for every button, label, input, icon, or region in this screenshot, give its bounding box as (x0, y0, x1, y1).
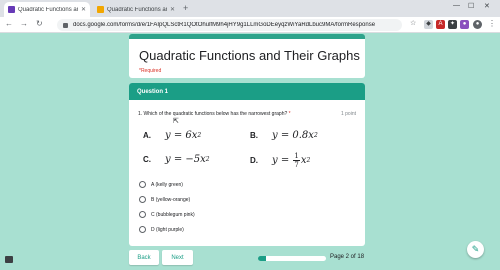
tab-title: Quadratic Functions and Their G (18, 6, 78, 13)
section-header: Question 1 (129, 83, 365, 100)
browser-toolbar: ← → ↻ docs.google.com/forms/d/e/1FAIpQLS… (0, 17, 500, 33)
equation-b: B. y = 0.8x 2 (250, 130, 318, 141)
tab-title: Quadratic Functions and Their G (107, 6, 167, 13)
chat-icon[interactable] (5, 256, 13, 263)
purple-extension-icon[interactable]: ● (460, 20, 469, 29)
fraction-denominator: 7 (294, 161, 299, 169)
exponent: 2 (197, 132, 202, 139)
progress-bar (258, 256, 326, 261)
option-a[interactable]: A (kelly green) (139, 181, 183, 188)
equation-label: B. (250, 131, 258, 140)
fraction-numerator: 1 (293, 152, 300, 161)
equation-expression: y = 0.8x 2 (272, 130, 318, 141)
profile-avatar-icon[interactable]: ● (473, 20, 482, 29)
tab-form-second[interactable]: Quadratic Functions and Their G ✕ (93, 2, 179, 17)
close-window-icon[interactable]: ✕ (484, 2, 490, 10)
minimize-icon[interactable]: — (453, 2, 460, 9)
lock-icon (63, 22, 68, 28)
extension-icon[interactable]: ◆ (424, 20, 433, 29)
required-note: *Required (139, 68, 162, 74)
equation-expression: y = −5x 2 (165, 154, 210, 165)
radio-button[interactable] (139, 181, 146, 188)
close-tab-icon[interactable]: ✕ (170, 6, 175, 13)
equation-label: D. (250, 156, 258, 165)
required-star: * (288, 111, 291, 117)
back-arrow-icon[interactable]: ← (5, 19, 13, 28)
forward-arrow-icon[interactable]: → (20, 19, 28, 28)
points-label: 1 point (340, 111, 356, 117)
radio-button[interactable] (139, 226, 146, 233)
question-card: Question 1 1. Which of the quadratic fun… (129, 83, 365, 246)
question-label: 1. Which of the quadratic functions belo… (138, 111, 288, 117)
equation-label: A. (143, 131, 151, 140)
form-title-card: Quadratic Functions and Their Graphs *Re… (129, 34, 365, 78)
option-d[interactable]: D (light purple) (139, 226, 184, 233)
reload-icon[interactable]: ↻ (36, 19, 43, 28)
address-bar[interactable]: docs.google.com/forms/d/e/1FAIpQLSctR1QO… (57, 19, 402, 31)
back-button[interactable]: Back (129, 250, 159, 265)
fraction: 1 7 (293, 152, 300, 169)
form-title: Quadratic Functions and Their Graphs (139, 48, 360, 63)
option-label: C (bubblegum pink) (151, 211, 195, 218)
forms-favicon-icon (8, 6, 15, 13)
question-text: 1. Which of the quadratic functions belo… (138, 111, 291, 117)
option-label: B (yellow-orange) (151, 196, 191, 203)
equation-text: y = 6x (165, 130, 198, 141)
exponent: 2 (205, 156, 210, 163)
close-tab-icon[interactable]: ✕ (81, 6, 86, 13)
option-b[interactable]: B (yellow-orange) (139, 196, 190, 203)
tab-form-active[interactable]: Quadratic Functions and Their G ✕ (4, 2, 90, 17)
new-tab-icon[interactable]: + (183, 3, 188, 13)
option-label: A (kelly green) (151, 181, 183, 188)
mouse-cursor-icon: ⇱ (173, 118, 179, 125)
equation-text: y = 0.8x (272, 130, 314, 141)
browser-menu-icon[interactable]: ⋮ (488, 19, 496, 28)
pdf-extension-icon[interactable]: A (436, 20, 445, 29)
equation-label: C. (143, 155, 151, 164)
edit-pencil-icon[interactable]: ✎ (467, 241, 484, 258)
slides-favicon-icon (97, 6, 104, 13)
radio-button[interactable] (139, 196, 146, 203)
browser-tab-strip: Quadratic Functions and Their G ✕ Quadra… (0, 0, 500, 17)
exponent: 2 (306, 157, 311, 164)
maximize-icon[interactable]: ☐ (468, 2, 474, 10)
next-button[interactable]: Next (162, 250, 193, 265)
url-text: docs.google.com/forms/d/e/1FAIpQLSctR1QO… (73, 22, 376, 28)
equation-d: D. y = 1 7 x2 (250, 152, 310, 169)
bookmark-star-icon[interactable]: ☆ (410, 19, 416, 27)
radio-button[interactable] (139, 211, 146, 218)
equation-expression: y = 6x 2 (165, 130, 201, 141)
page-indicator: Page 2 of 18 (330, 254, 365, 260)
equation-expression: y = 1 7 x2 (272, 152, 310, 169)
progress-fill (258, 256, 266, 261)
dark-extension-icon[interactable]: ✦ (448, 20, 457, 29)
option-label: D (light purple) (151, 226, 184, 233)
equation-text: y = −5x (165, 154, 206, 165)
equation-text: y = (272, 155, 293, 166)
option-c[interactable]: C (bubblegum pink) (139, 211, 195, 218)
equation-a: A. y = 6x 2 (143, 130, 201, 141)
equation-c: C. y = −5x 2 (143, 154, 210, 165)
exponent: 2 (313, 132, 318, 139)
